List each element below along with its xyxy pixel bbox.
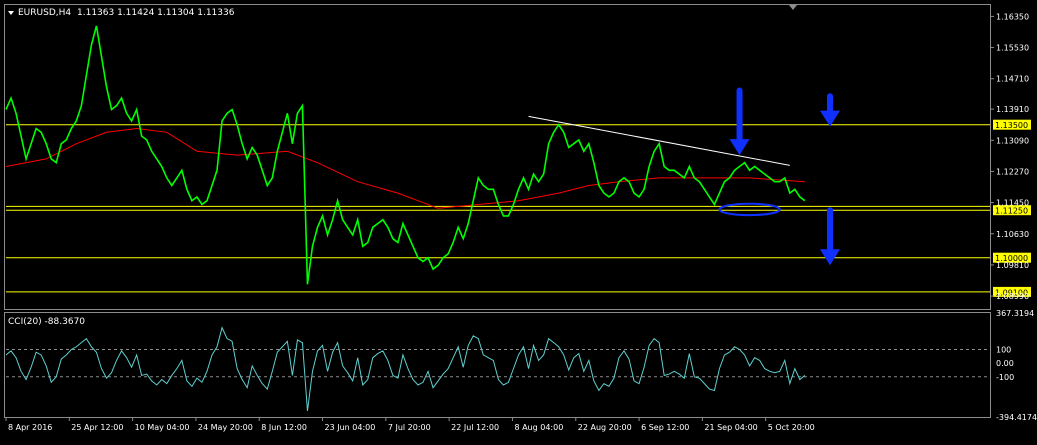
y-tick-label: 1.09810 [996,261,1029,270]
symbol-label: EURUSD,H4 [18,8,71,18]
main-panel-frame [4,4,991,310]
x-tick-label: 7 Jul 20:00 [388,423,431,432]
axes: 1.135001.112501.100001.091001.163501.155… [5,12,1037,432]
x-tick-label: 24 May 20:00 [198,423,253,432]
x-tick-label: 6 Sep 12:00 [641,423,689,432]
y-tick-label: 1.13910 [996,105,1029,114]
cci-y-tick-label: 100 [996,345,1011,354]
price-line [5,25,806,285]
cci-y-tick-label: -394.4174 [996,413,1037,422]
y-tick-label: 1.10630 [996,230,1029,239]
chart-root: EURUSD,H4 1.11363 1.11424 1.11304 1.1133… [0,0,1037,441]
level-price-label: 1.11250 [995,207,1028,216]
y-tick-label: 1.15530 [996,44,1029,53]
cci-line [5,326,806,411]
y-tick-label: 1.12270 [996,167,1029,176]
x-tick-label: 5 Oct 20:00 [768,423,815,432]
y-tick-label: 1.16350 [996,12,1029,21]
x-tick-label: 21 Sep 04:00 [704,423,757,432]
x-tick-label: 23 Jun 04:00 [325,423,376,432]
chart-svg: EURUSD,H4 1.11363 1.11424 1.11304 1.1133… [4,4,1037,432]
level-price-label: 1.13500 [995,121,1028,130]
indicator-panel-frame [4,312,991,418]
x-tick-label: 8 Jun 12:00 [261,423,307,432]
cci-plot [5,326,990,411]
y-tick-label: 1.11450 [996,199,1029,208]
y-tick-label: 1.13090 [996,136,1029,145]
resistance-trendline[interactable] [528,115,790,166]
x-tick-label: 10 May 04:00 [135,423,190,432]
y-tick-label: 1.08990 [996,292,1029,301]
ellipse-highlight [718,202,781,217]
x-tick-label: 25 Apr 12:00 [71,423,123,432]
x-tick-label: 22 Jul 12:00 [451,423,499,432]
ohlc-readout: 1.11363 1.11424 1.11304 1.11336 [77,8,235,18]
x-tick-label: 8 Apr 2016 [8,423,52,432]
cci-panel-title: CCI(20) -88.3670 [8,317,85,327]
x-tick-label: 22 Aug 20:00 [578,423,632,432]
main-plot [5,25,990,293]
cci-y-tick-label: 367.3194 [996,309,1034,318]
down-arrow-head [729,139,750,156]
cci-y-tick-label: 0.00 [996,359,1014,368]
window-scroll-marker-icon [789,5,797,10]
cci-y-tick-label: -100 [996,373,1014,382]
collapse-triangle-icon[interactable] [8,11,14,15]
moving-average-line [5,127,805,209]
y-tick-label: 1.14710 [996,75,1029,84]
x-tick-label: 8 Aug 04:00 [514,423,563,432]
